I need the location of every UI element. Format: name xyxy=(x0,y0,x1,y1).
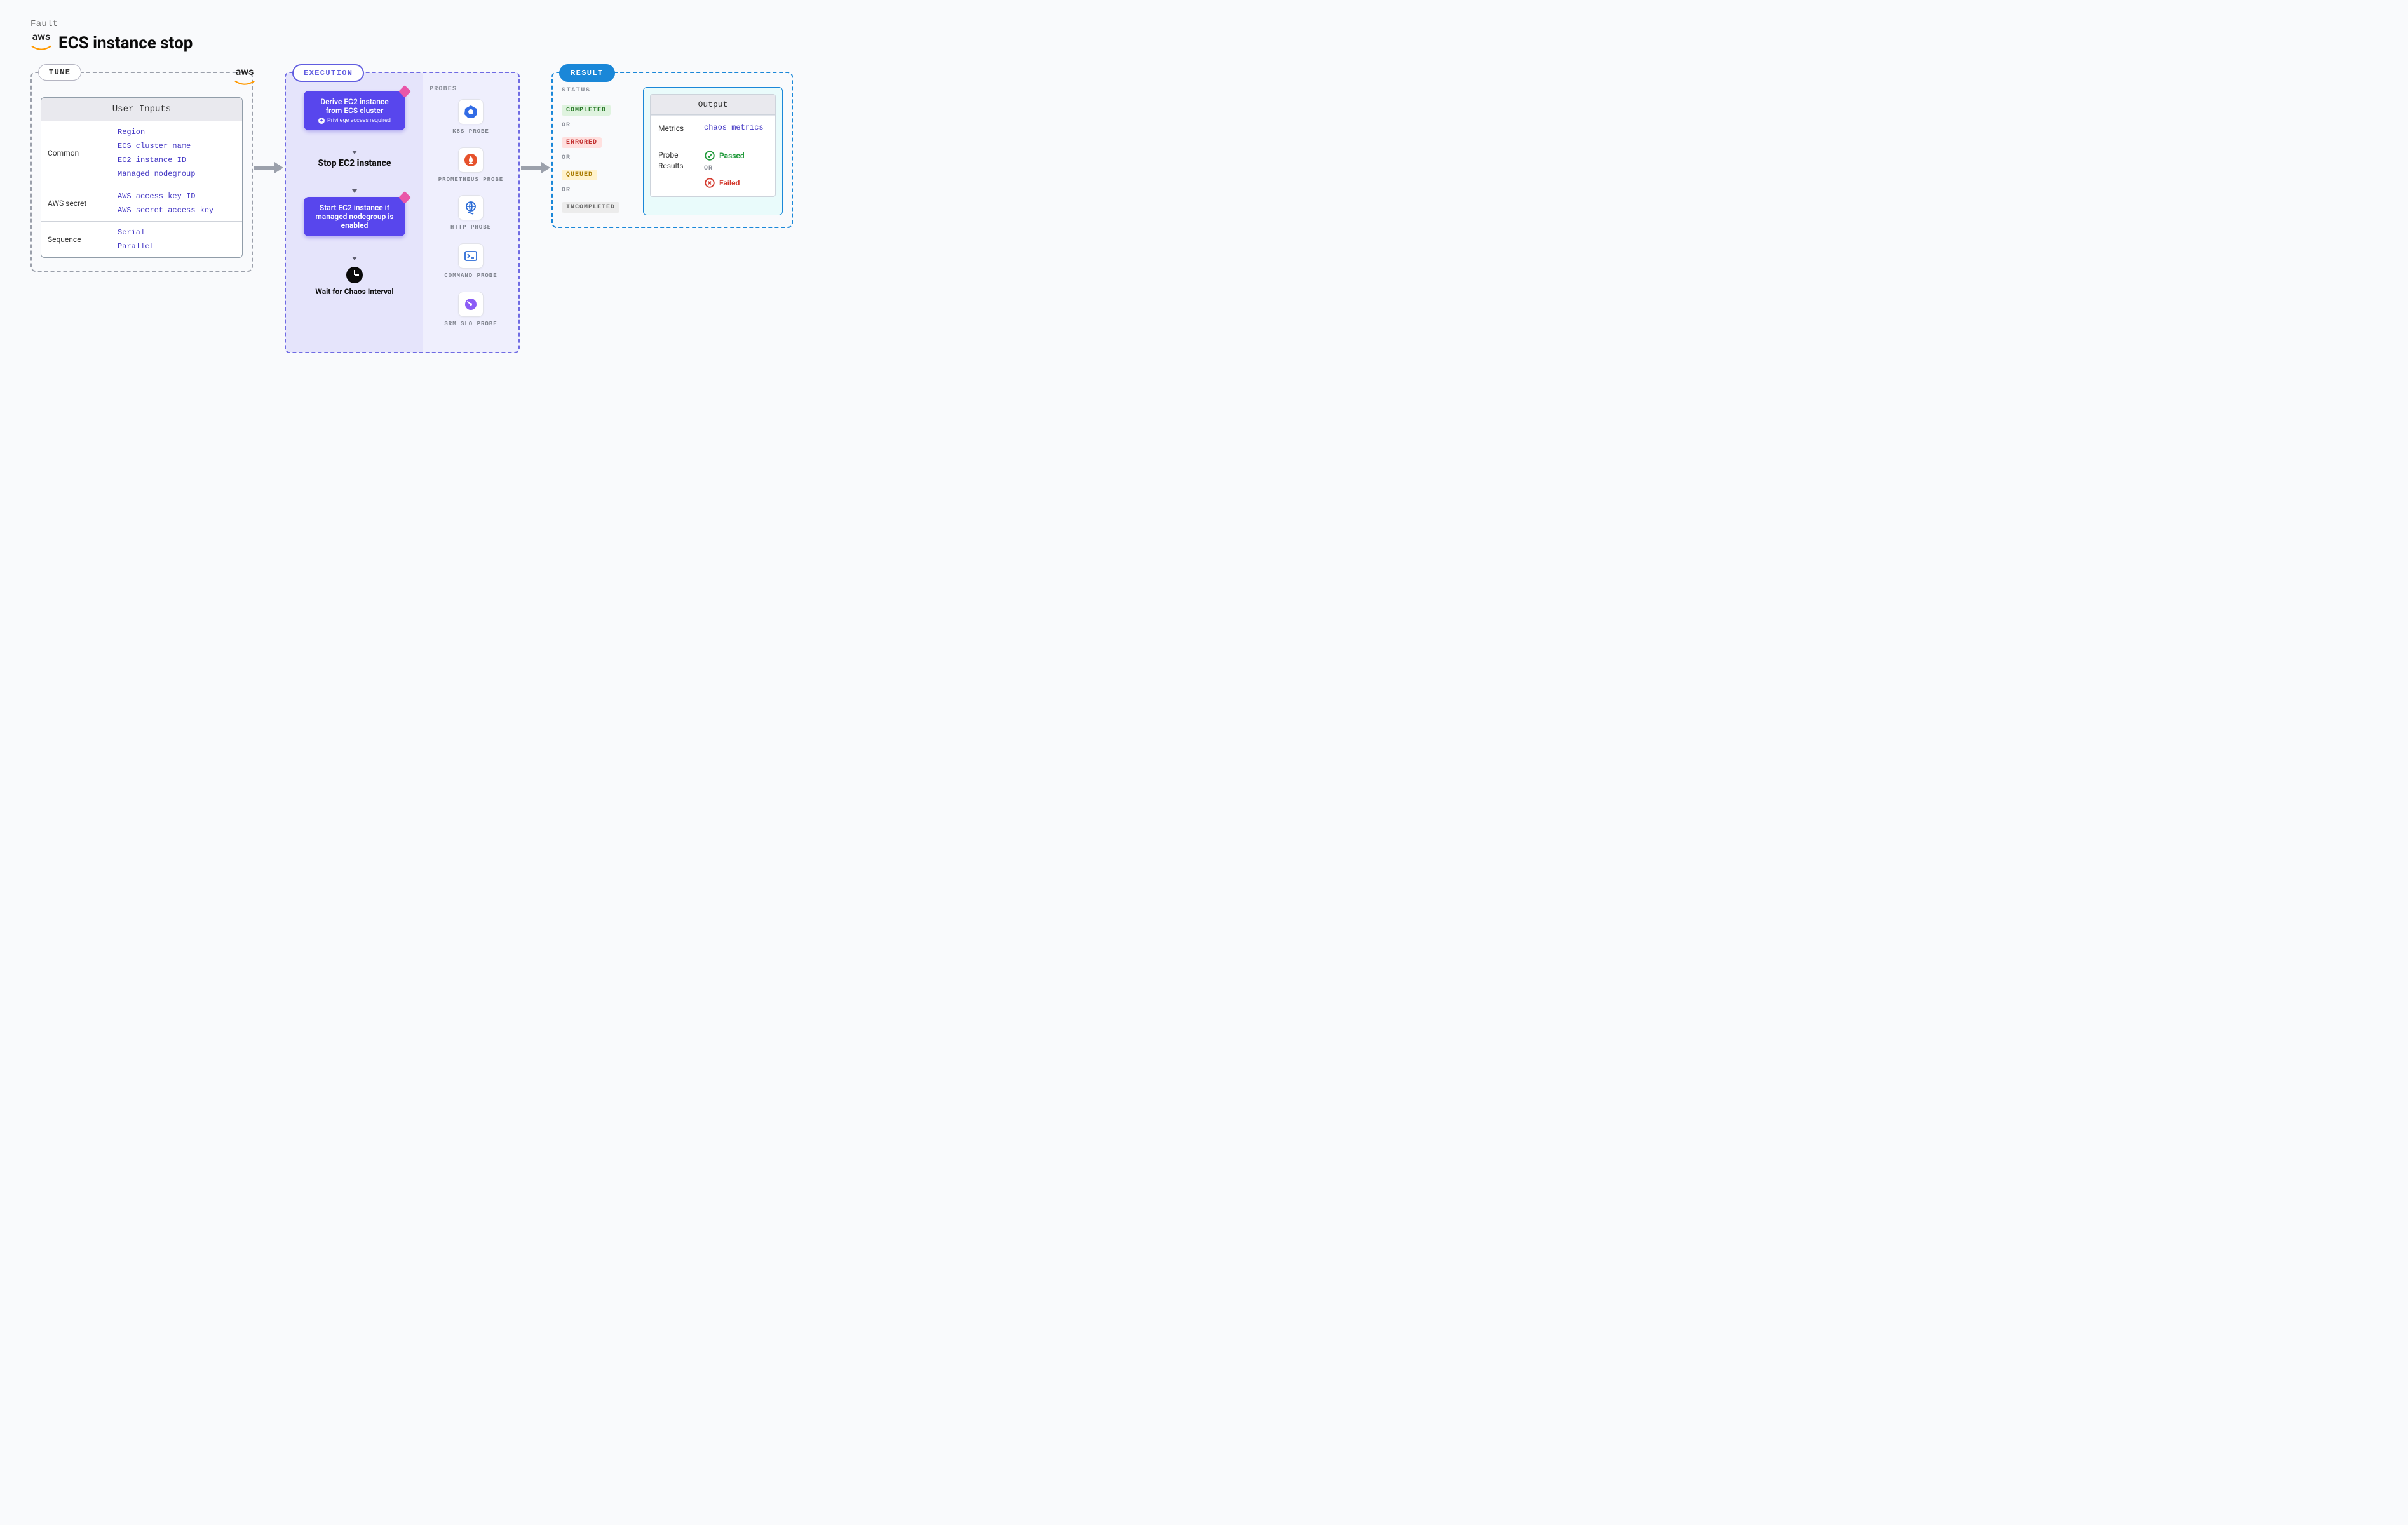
page-title: ECS instance stop xyxy=(58,34,193,53)
group-aws-secret: AWS secret AWS access key ID AWS secret … xyxy=(41,185,242,221)
eyebrow: Fault xyxy=(30,19,2378,29)
prometheus-icon xyxy=(458,147,484,173)
output-header: Output xyxy=(651,95,775,115)
probe-k8s: K8S PROBE xyxy=(430,99,512,136)
step-wait: Wait for Chaos Interval xyxy=(315,287,393,296)
execution-chip: EXECUTION xyxy=(292,64,364,82)
arrow-right-icon xyxy=(253,72,285,175)
result-chip: RESULT xyxy=(559,64,615,82)
group-common: Common Region ECS cluster name EC2 insta… xyxy=(41,121,242,185)
status-column: STATUS COMPLETED OR ERRORED OR QUEUED OR… xyxy=(562,87,632,215)
result-panel: RESULT STATUS COMPLETED OR ERRORED OR QU… xyxy=(551,72,793,228)
globe-icon xyxy=(458,195,484,220)
inputs-body: Common Region ECS cluster name EC2 insta… xyxy=(41,121,242,257)
step-start: Start EC2 instance if managed nodegroup … xyxy=(304,197,405,236)
user-inputs-card: User Inputs Common Region ECS cluster na… xyxy=(41,97,243,258)
group-sequence: Sequence Serial Parallel xyxy=(41,221,242,257)
x-circle-icon xyxy=(704,177,715,189)
probe-prometheus: PROMETHEUS PROBE xyxy=(430,147,512,184)
status-incompleted: INCOMPLETED xyxy=(562,202,619,213)
probe-command: COMMAND PROBE xyxy=(430,243,512,280)
gauge-icon xyxy=(458,292,484,317)
title-row: aws ECS instance stop xyxy=(30,32,2378,54)
metrics-row: Metrics chaos metrics xyxy=(651,115,775,142)
aws-logo-icon: aws xyxy=(30,32,52,54)
flow-column: Derive EC2 instance from ECS cluster ✦Pr… xyxy=(286,73,423,352)
step-derive: Derive EC2 instance from ECS cluster ✦Pr… xyxy=(304,91,405,130)
clock-icon xyxy=(346,267,363,283)
status-header: STATUS xyxy=(562,87,632,94)
arrow-right-icon xyxy=(520,72,551,175)
probe-http: HTTP PROBE xyxy=(430,195,512,232)
probe-results-row: Probe Results Passed OR Failed xyxy=(651,142,775,196)
execution-panel: EXECUTION Derive EC2 instance from ECS c… xyxy=(285,72,520,353)
status-errored: ERRORED xyxy=(562,137,602,148)
status-completed: COMPLETED xyxy=(562,105,611,116)
probes-header: PROBES xyxy=(430,86,512,93)
aws-corner-icon: aws xyxy=(234,67,255,89)
user-inputs-header: User Inputs xyxy=(41,98,242,121)
corner-badge-icon xyxy=(398,191,411,204)
probes-column: PROBES K8S PROBE PROMETHEUS PROBE HTTP P… xyxy=(423,73,518,352)
terminal-icon xyxy=(458,243,484,269)
corner-badge-icon xyxy=(398,85,411,98)
tune-chip: TUNE xyxy=(38,64,81,81)
tune-panel: TUNE aws User Inputs Common Region ECS c… xyxy=(30,72,253,272)
output-card: Output Metrics chaos metrics Probe Resul… xyxy=(643,87,783,215)
probe-srm: SRM SLO PROBE xyxy=(430,292,512,328)
step-stop: Stop EC2 instance xyxy=(318,158,391,169)
k8s-icon xyxy=(458,99,484,124)
privilege-icon: ✦ xyxy=(318,118,325,124)
check-circle-icon xyxy=(704,150,715,161)
status-queued: QUEUED xyxy=(562,170,597,180)
